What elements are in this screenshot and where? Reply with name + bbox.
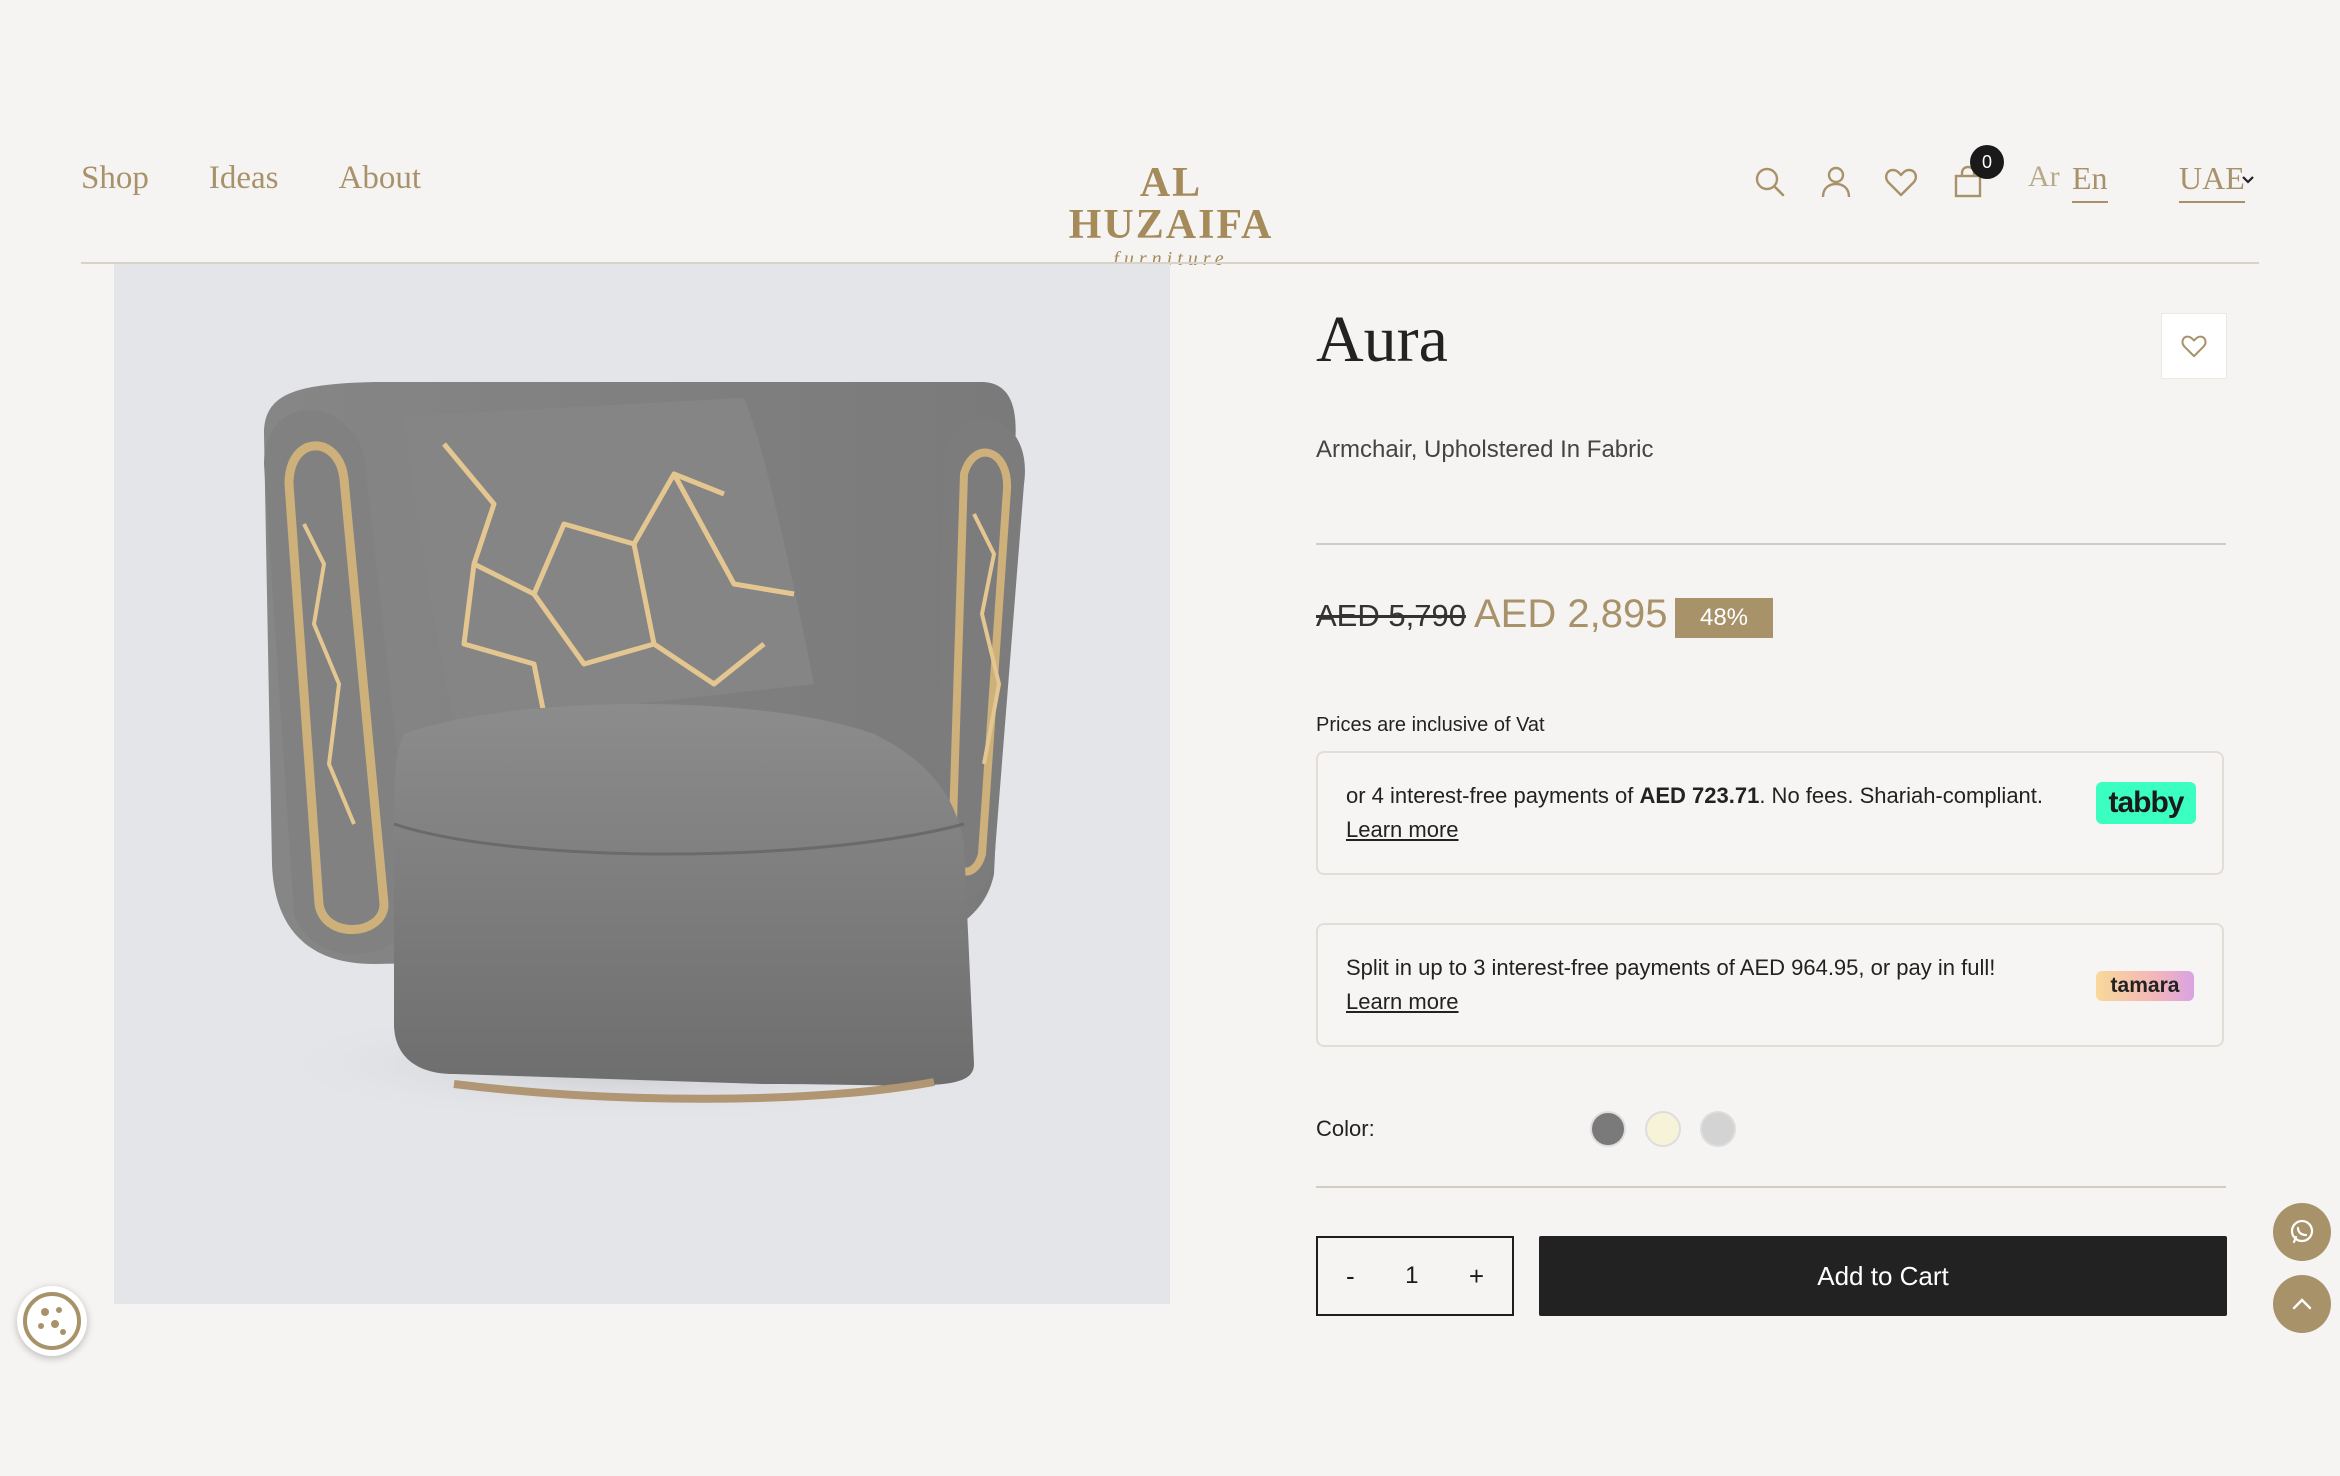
tabby-widget: or 4 interest-free payments of AED 723.7…: [1316, 751, 2224, 875]
tabby-learn-more-link[interactable]: Learn more: [1346, 817, 1459, 842]
region-selector[interactable]: UAE: [2179, 160, 2245, 203]
sale-price: AED 2,895: [1474, 592, 1668, 636]
whatsapp-button[interactable]: [2273, 1203, 2331, 1261]
discount-badge: 48%: [1675, 598, 1773, 638]
nav-about[interactable]: About: [339, 160, 422, 197]
nav-shop[interactable]: Shop: [81, 160, 149, 197]
armchair-illustration: [254, 382, 1025, 1124]
whatsapp-icon: [2290, 1219, 2314, 1244]
add-to-cart-button[interactable]: Add to Cart: [1539, 1236, 2227, 1316]
chevron-down-icon[interactable]: [2240, 172, 2256, 188]
chevron-up-icon: [2292, 1298, 2312, 1310]
add-to-wishlist-button[interactable]: [2161, 313, 2227, 379]
color-swatch-grey[interactable]: [1590, 1111, 1626, 1147]
product-image[interactable]: [114, 264, 1170, 1304]
cart-count-badge: 0: [1970, 145, 2004, 179]
color-swatch-cream[interactable]: [1645, 1111, 1681, 1147]
product-title: Aura: [1316, 303, 1448, 376]
tamara-learn-more-link[interactable]: Learn more: [1346, 989, 1459, 1014]
account-icon[interactable]: [1818, 164, 1854, 200]
language-en[interactable]: En: [2072, 160, 2108, 203]
tabby-amount: AED 723.71: [1639, 783, 1760, 808]
color-label: Color:: [1316, 1116, 1375, 1141]
quantity-value[interactable]: 1: [1405, 1262, 1418, 1290]
vat-note: Prices are inclusive of Vat: [1316, 714, 1545, 736]
language-ar[interactable]: Ar: [2028, 160, 2060, 194]
logo-main-text: AL HUZAIFA: [1068, 160, 1274, 248]
cookie-settings-button[interactable]: [17, 1286, 87, 1356]
quantity-increase-button[interactable]: +: [1469, 1261, 1484, 1292]
original-price: AED 5,790: [1316, 598, 1466, 633]
price-divider: [1316, 543, 2226, 545]
tabby-text-after: . No fees. Shariah-compliant.: [1759, 783, 2044, 808]
main-nav: Shop Ideas About: [81, 160, 421, 197]
tamara-logo: tamara: [2096, 971, 2194, 1001]
tabby-text-before: or 4 interest-free payments of: [1346, 783, 1640, 808]
tamara-widget: Split in up to 3 interest-free payments …: [1316, 923, 2224, 1047]
tabby-text: or 4 interest-free payments of AED 723.7…: [1346, 779, 2076, 847]
scroll-to-top-button[interactable]: [2273, 1275, 2331, 1333]
heart-icon: [2181, 335, 2207, 358]
tabby-logo: tabby: [2096, 782, 2196, 824]
wishlist-icon[interactable]: [1883, 164, 1919, 200]
quantity-decrease-button[interactable]: -: [1346, 1261, 1355, 1292]
options-divider: [1316, 1186, 2226, 1188]
tamara-text: Split in up to 3 interest-free payments …: [1346, 951, 2026, 1019]
tamara-text-main: Split in up to 3 interest-free payments …: [1346, 955, 1996, 980]
nav-ideas[interactable]: Ideas: [209, 160, 279, 197]
color-swatch-light-grey[interactable]: [1700, 1111, 1736, 1147]
brand-logo[interactable]: AL HUZAIFA furniture: [1048, 162, 1294, 271]
quantity-stepper: - 1 +: [1316, 1236, 1514, 1316]
search-icon[interactable]: [1752, 164, 1788, 200]
cookie-icon: [23, 1292, 81, 1350]
product-subtitle: Armchair, Upholstered In Fabric: [1316, 436, 1654, 463]
